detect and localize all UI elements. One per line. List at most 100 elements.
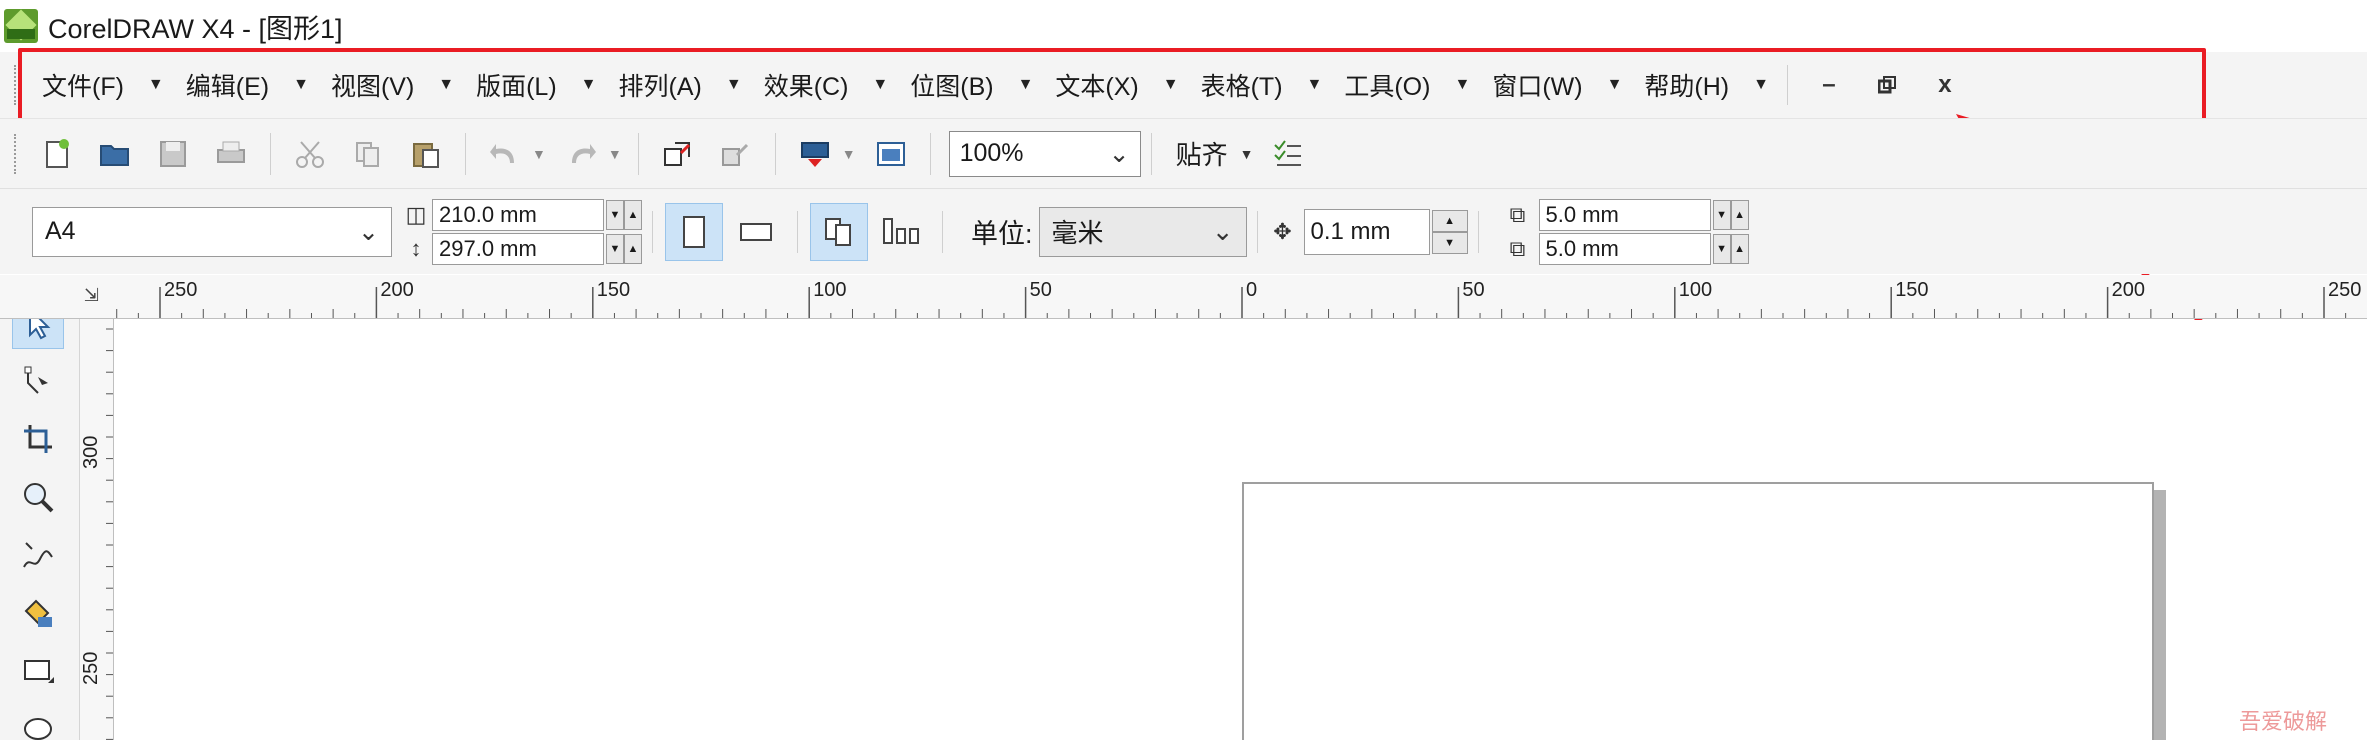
new-document-icon xyxy=(46,138,69,168)
landscape-button[interactable] xyxy=(727,203,785,261)
page-height-input[interactable]: 297.0 mm xyxy=(432,232,604,265)
toolbar-separator xyxy=(652,210,653,253)
import-icon xyxy=(663,141,690,166)
toolbar-separator xyxy=(270,132,271,175)
toolbar-separator xyxy=(1256,210,1258,253)
chevron-down-icon[interactable]: ⌄ xyxy=(1109,139,1130,169)
paper-size-value: A4 xyxy=(45,217,76,245)
toolbar-separator xyxy=(774,132,776,175)
units-label: 单位: xyxy=(971,219,1033,249)
ellipse-icon xyxy=(24,718,52,740)
chevron-down-icon[interactable]: ⌄ xyxy=(1212,216,1234,247)
ruler-label: 100 xyxy=(813,279,847,301)
cut-button[interactable] xyxy=(284,128,336,180)
toolbar-separator xyxy=(929,132,931,175)
nudge-distance-input[interactable]: 0.1 mm xyxy=(1303,208,1430,255)
scissors-icon xyxy=(296,140,324,168)
redo-dropdown-icon[interactable]: ▼ xyxy=(608,146,622,162)
toolbar-separator xyxy=(1477,210,1479,253)
ruler-label: 100 xyxy=(1678,279,1713,301)
watermark: 吾爱破解 xyxy=(2238,709,2327,734)
export-icon xyxy=(721,143,748,166)
ruler-label: 0 xyxy=(1246,279,1258,301)
toolbar-separator xyxy=(797,210,798,253)
welcome-screen-icon xyxy=(876,141,905,166)
toolbar-grip[interactable] xyxy=(14,133,18,174)
welcome-screen-button[interactable] xyxy=(865,128,917,180)
undo-dropdown-icon[interactable]: ▼ xyxy=(532,146,546,162)
toolbar-separator xyxy=(465,132,466,175)
application-launcher-icon xyxy=(800,141,829,167)
import-button[interactable] xyxy=(652,128,704,180)
page-height-spinner[interactable]: ▼ ▲ xyxy=(606,233,642,264)
ruler-label: 150 xyxy=(596,279,631,301)
units-select[interactable]: 毫米 ⌄ xyxy=(1038,206,1247,257)
duplicate-x-spinner[interactable]: ▼ ▲ xyxy=(1712,199,1749,230)
vertical-ruler[interactable]: 300 250 xyxy=(80,319,114,740)
snap-to-button[interactable]: 贴齐 xyxy=(1176,135,1228,172)
freehand-curve-icon xyxy=(23,542,53,568)
redo-button[interactable] xyxy=(555,128,607,180)
redo-icon xyxy=(571,143,596,163)
toolbox xyxy=(0,275,80,740)
current-page-icon xyxy=(883,217,919,244)
ellipse-tool[interactable] xyxy=(12,703,64,740)
rectangle-icon xyxy=(24,660,54,683)
smart-fill-tool[interactable] xyxy=(12,587,64,639)
copy-button[interactable] xyxy=(342,128,394,180)
toolbar-separator xyxy=(942,210,943,253)
page-border[interactable] xyxy=(1242,482,2154,740)
crop-tool[interactable] xyxy=(12,413,64,465)
chevron-down-icon[interactable]: ⌄ xyxy=(358,217,379,247)
open-folder-icon xyxy=(100,144,129,166)
duplicate-y-input[interactable]: 5.0 mm xyxy=(1538,232,1711,265)
duplicate-y-icon: ⧉ xyxy=(1509,235,1526,261)
duplicate-distance: ⧉ 5.0 mm ▼ ▲ ⧉ 5.0 mm ▼ ▲ xyxy=(1501,198,1749,266)
snap-to-dropdown-icon[interactable]: ▼ xyxy=(1240,146,1254,162)
undo-button[interactable] xyxy=(479,128,531,180)
copy-icon xyxy=(356,141,379,167)
zoom-level-combo[interactable]: 100% ⌄ xyxy=(948,130,1141,177)
portrait-icon xyxy=(683,215,705,248)
units-value: 毫米 xyxy=(1051,218,1104,248)
print-button[interactable] xyxy=(205,128,257,180)
ruler-label: 200 xyxy=(380,279,414,301)
page-width-spinner[interactable]: ▼ ▲ xyxy=(606,199,642,230)
open-button[interactable] xyxy=(89,128,141,180)
portrait-button[interactable] xyxy=(665,202,723,261)
paste-button[interactable] xyxy=(400,128,452,180)
horizontal-ruler[interactable]: ⇲ 250 200 150 100 50 0 50 100 150 200 250 xyxy=(0,275,2367,319)
current-page-button[interactable] xyxy=(872,203,930,261)
paper-size-select[interactable]: A4 ⌄ xyxy=(32,206,392,257)
options-checklist-icon xyxy=(1274,139,1302,166)
all-pages-button[interactable] xyxy=(810,202,868,261)
new-button[interactable] xyxy=(31,128,83,180)
duplicate-y-spinner[interactable]: ▼ ▲ xyxy=(1712,233,1749,264)
zoom-tool[interactable] xyxy=(12,471,64,523)
page-width-input[interactable]: 210.0 mm xyxy=(432,198,604,231)
nudge-icon: ✥ xyxy=(1273,218,1292,244)
ruler-label: 250 xyxy=(164,279,198,301)
page-width-icon: ◫ xyxy=(405,201,427,227)
rectangle-tool[interactable] xyxy=(12,645,64,697)
freehand-tool[interactable] xyxy=(12,529,64,581)
export-button[interactable] xyxy=(710,128,762,180)
application-launcher-dropdown-icon[interactable]: ▼ xyxy=(842,146,856,162)
application-launcher-button[interactable] xyxy=(789,128,841,180)
paint-bucket-icon xyxy=(24,599,52,627)
crop-icon xyxy=(24,425,52,453)
save-icon xyxy=(160,140,186,167)
duplicate-x-input[interactable]: 5.0 mm xyxy=(1538,198,1711,231)
page-height-icon: ↕ xyxy=(410,235,422,261)
print-icon xyxy=(217,141,245,163)
save-button[interactable] xyxy=(147,128,199,180)
nudge-spinner[interactable]: ▲ ▼ xyxy=(1431,209,1468,254)
magnifier-icon xyxy=(24,483,54,513)
ruler-label: 300 xyxy=(80,435,102,469)
paste-icon xyxy=(413,142,439,168)
shape-tool[interactable] xyxy=(12,355,64,407)
ruler-label: 50 xyxy=(1029,279,1052,301)
zoom-level-value: 100% xyxy=(959,139,1024,167)
options-button[interactable] xyxy=(1262,128,1314,180)
landscape-icon xyxy=(740,222,772,241)
